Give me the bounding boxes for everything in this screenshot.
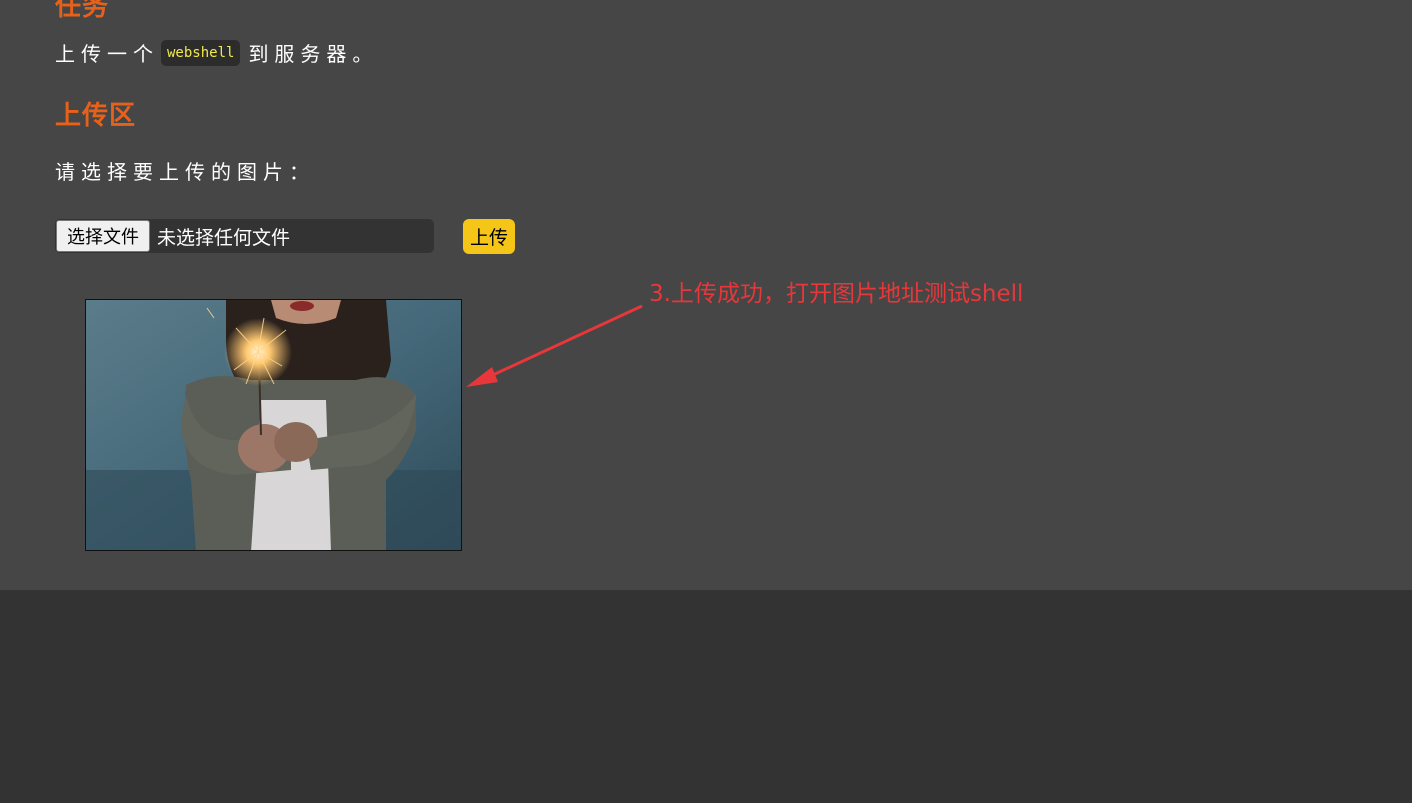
photo-icon [86, 300, 461, 550]
choose-file-button[interactable]: 选择文件 [56, 220, 150, 252]
uploaded-image[interactable] [85, 299, 462, 551]
upload-area-heading: 上传区 [55, 101, 137, 131]
main-panel: 任务 上传一个 webshell 到服务器。 上传区 请选择要上传的图片： 选择… [0, 0, 1412, 590]
task-heading: 任务 [55, 0, 110, 22]
file-input[interactable]: 选择文件 未选择任何文件 [55, 219, 434, 253]
task-text-before: 上传一个 [55, 42, 159, 66]
footer-area [0, 590, 1412, 803]
annotation-text: 3.上传成功，打开图片地址测试shell [649, 281, 1024, 307]
webshell-code: webshell [161, 39, 241, 66]
task-description: 上传一个 webshell 到服务器。 [55, 38, 378, 67]
file-status-text: 未选择任何文件 [157, 226, 291, 249]
upload-prompt: 请选择要上传的图片： [55, 160, 315, 184]
task-text-after: 到服务器。 [248, 42, 379, 66]
upload-button[interactable]: 上传 [463, 219, 515, 254]
page: 任务 上传一个 webshell 到服务器。 上传区 请选择要上传的图片： 选择… [0, 0, 1412, 803]
annotation-arrow-icon [466, 304, 643, 387]
